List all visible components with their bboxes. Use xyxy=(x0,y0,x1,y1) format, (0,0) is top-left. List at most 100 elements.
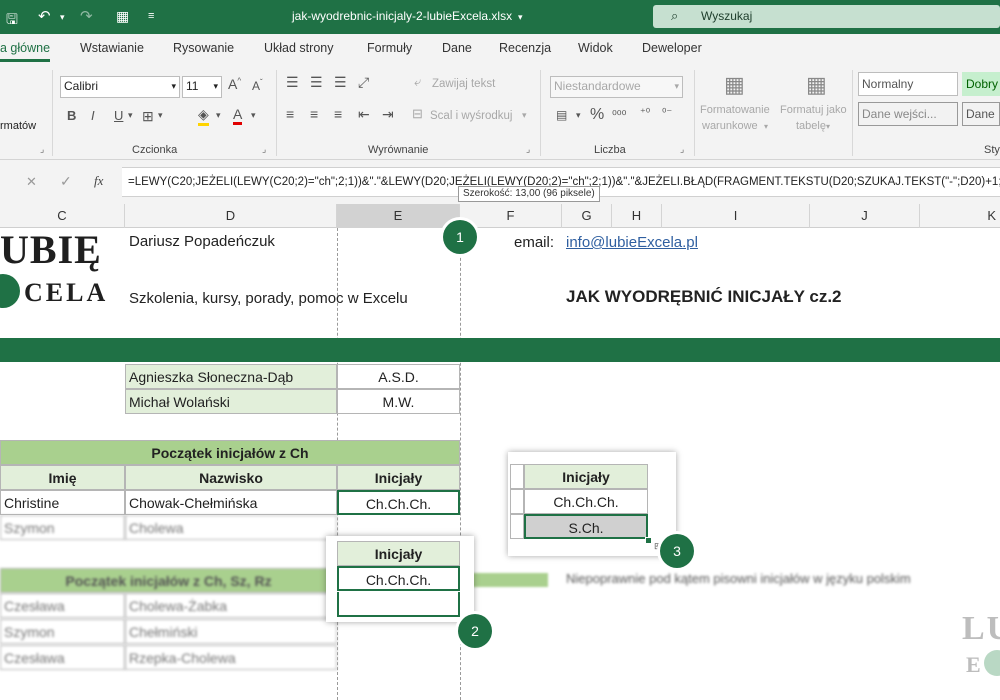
column-header-j[interactable]: J xyxy=(810,204,920,228)
tab-page-layout[interactable]: Układ strony xyxy=(264,41,333,55)
column-header-c[interactable]: C xyxy=(0,204,125,228)
increase-decimal-icon[interactable]: ⁺⁰ xyxy=(640,106,650,119)
column-header-e[interactable]: E xyxy=(337,204,460,228)
table2-row-last[interactable]: Chełmiński xyxy=(125,619,337,644)
cond-format-label[interactable]: Formatowanie xyxy=(700,104,770,116)
table1-row-last[interactable]: Cholewa xyxy=(125,515,337,540)
table2-row-last[interactable]: Cholewa-Żabka xyxy=(125,593,337,618)
chevron-down-icon[interactable]: ▾ xyxy=(251,110,256,121)
increase-font-icon[interactable]: A^ xyxy=(228,76,241,92)
wrap-text-label[interactable]: Zawijaj tekst xyxy=(432,78,495,90)
tab-formulas[interactable]: Formuły xyxy=(367,41,412,55)
increase-indent-icon[interactable]: ⇥ xyxy=(382,106,394,123)
cond-format-label-2[interactable]: warunkowe xyxy=(702,120,758,132)
table-row-name[interactable]: Michał Wolański xyxy=(125,389,337,414)
style-input[interactable]: Dane wejści... xyxy=(858,102,958,126)
tab-insert[interactable]: Wstawianie xyxy=(80,41,144,55)
panel2-empty-cell[interactable] xyxy=(337,592,460,617)
tab-home[interactable]: a główne xyxy=(0,41,51,62)
format-as-table-icon[interactable]: ▦ xyxy=(806,72,827,98)
format-painter-label[interactable]: rmatów xyxy=(0,120,36,132)
merge-icon[interactable]: ⊟ xyxy=(412,106,423,122)
table-row-initials[interactable]: A.S.D. xyxy=(337,364,460,389)
table-row-initials[interactable]: M.W. xyxy=(337,389,460,414)
touch-mode-icon[interactable]: ▦ xyxy=(116,8,129,25)
table2-row-first[interactable]: Czesława xyxy=(0,645,125,670)
font-color-icon[interactable]: A xyxy=(233,106,243,125)
style-normal[interactable]: Normalny xyxy=(858,72,958,96)
table2-row-last[interactable]: Rzepka-Cholewa xyxy=(125,645,337,670)
fill-color-icon[interactable]: ◈ xyxy=(198,106,209,126)
file-name[interactable]: jak-wyodrebnic-inicjaly-2-lubieExcela.xl… xyxy=(292,9,512,23)
comma-style-icon[interactable]: ⁰⁰⁰ xyxy=(612,108,626,122)
align-center-icon[interactable]: ≡ xyxy=(310,106,318,122)
customize-toolbar-icon[interactable]: ≡ xyxy=(148,10,154,22)
panel2-value[interactable]: Ch.Ch.Ch. xyxy=(337,566,460,591)
align-top-icon[interactable]: ☰ xyxy=(286,74,299,91)
file-name-dropdown-icon[interactable]: ▾ xyxy=(518,12,523,23)
wrap-text-icon[interactable]: ⤶ xyxy=(414,74,421,90)
number-launcher-icon[interactable]: ⌟ xyxy=(680,144,684,155)
insert-function-icon[interactable]: fx xyxy=(94,173,103,189)
percent-icon[interactable]: % xyxy=(590,106,604,124)
table1-row-first[interactable]: Christine xyxy=(0,490,125,515)
accounting-format-icon[interactable]: ▤ xyxy=(556,108,567,122)
table1-row-first[interactable]: Szymon xyxy=(0,515,125,540)
tab-data[interactable]: Dane xyxy=(442,41,472,55)
font-name-select[interactable]: Calibri ▾ xyxy=(60,76,180,98)
tab-developer[interactable]: Deweloper xyxy=(642,41,702,55)
number-format-select[interactable]: Niestandardowe ▾ xyxy=(550,76,683,98)
table2-row-first[interactable]: Czesława xyxy=(0,593,125,618)
clipboard-launcher-icon[interactable]: ⌟ xyxy=(40,144,44,155)
align-bottom-icon[interactable]: ☰ xyxy=(334,74,347,91)
table-row-name[interactable]: Agnieszka Słoneczna-Dąb xyxy=(125,364,337,389)
column-header-k[interactable]: K xyxy=(920,204,1000,228)
align-middle-icon[interactable]: ☰ xyxy=(310,74,323,91)
column-header-d[interactable]: D xyxy=(125,204,337,228)
email-link[interactable]: info@lubieExcela.pl xyxy=(566,234,698,251)
chevron-down-icon[interactable]: ▾ xyxy=(576,110,581,121)
column-header-i[interactable]: I xyxy=(662,204,810,228)
undo-icon[interactable]: ↶ xyxy=(38,7,51,25)
tab-view[interactable]: Widok xyxy=(578,41,613,55)
table2-row-first[interactable]: Szymon xyxy=(0,619,125,644)
orientation-icon[interactable]: ⤢ xyxy=(358,74,369,91)
alignment-launcher-icon[interactable]: ⌟ xyxy=(526,144,530,155)
search-box[interactable]: ⌕ Wyszukaj xyxy=(653,5,1000,28)
tab-review[interactable]: Recenzja xyxy=(499,41,551,55)
confirm-icon[interactable]: ✓ xyxy=(60,173,72,190)
redo-icon[interactable]: ↷ xyxy=(80,7,93,25)
style-data[interactable]: Dane xyxy=(962,102,1000,126)
font-size-select[interactable]: 11 ▾ xyxy=(182,76,222,98)
column-header-h[interactable]: H xyxy=(612,204,662,228)
chevron-down-icon[interactable]: ▾ xyxy=(128,110,133,121)
format-table-label[interactable]: Formatuj jako xyxy=(780,104,847,116)
panel3-value-selected[interactable]: S.Ch. xyxy=(524,514,648,539)
decrease-decimal-icon[interactable]: ⁰⁻ xyxy=(662,106,672,119)
column-header-g[interactable]: G xyxy=(562,204,612,228)
underline-icon[interactable]: U xyxy=(114,108,123,123)
cancel-icon[interactable]: ✕ xyxy=(26,174,37,190)
font-launcher-icon[interactable]: ⌟ xyxy=(262,144,266,155)
align-right-icon[interactable]: ≡ xyxy=(334,106,342,122)
chevron-down-icon[interactable]: ▾ xyxy=(158,110,163,121)
column-header-f[interactable]: F xyxy=(460,204,562,228)
tab-draw[interactable]: Rysowanie xyxy=(173,41,234,55)
decrease-indent-icon[interactable]: ⇤ xyxy=(358,106,370,123)
italic-icon[interactable]: I xyxy=(91,108,95,123)
merge-label[interactable]: Scal i wyśrodkuj xyxy=(430,110,512,122)
chevron-down-icon[interactable]: ▾ xyxy=(216,110,221,121)
save-icon[interactable]: 🖫 xyxy=(6,9,18,33)
borders-icon[interactable]: ⊞ xyxy=(142,108,154,125)
panel3-value[interactable]: Ch.Ch.Ch. xyxy=(524,489,648,514)
style-good[interactable]: Dobry xyxy=(962,72,1000,96)
decrease-font-icon[interactable]: Aˇ xyxy=(252,78,263,93)
conditional-formatting-icon[interactable]: ▦ xyxy=(724,72,745,98)
table1-row-last[interactable]: Chowak-Chełmińska xyxy=(125,490,337,515)
format-table-label-2[interactable]: tabelę xyxy=(796,120,826,132)
align-left-icon[interactable]: ≡ xyxy=(286,106,294,122)
bold-icon[interactable]: B xyxy=(67,108,76,123)
fill-handle[interactable] xyxy=(645,537,652,544)
chevron-down-icon[interactable]: ▾ xyxy=(522,110,527,121)
table1-row-initials-selected[interactable]: Ch.Ch.Ch. xyxy=(337,490,460,515)
